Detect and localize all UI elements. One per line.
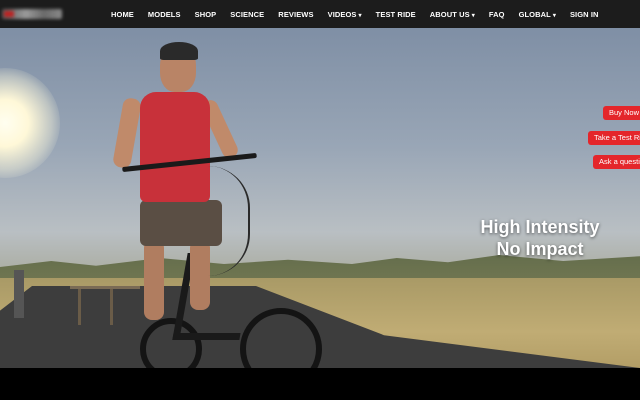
sun-glare (0, 68, 60, 178)
hero-bottom-bar (0, 368, 640, 400)
buy-now-button[interactable]: Buy Now (603, 106, 640, 120)
rider-helmet (160, 42, 198, 60)
hero-caption-line2: No Impact (496, 239, 584, 259)
nav-item-faq[interactable]: FAQ (489, 10, 505, 19)
ask-question-button[interactable]: Ask a question (593, 155, 640, 169)
nav-item-global[interactable]: GLOBAL ▾ (519, 10, 556, 19)
nav-item-models[interactable]: MODELS (148, 10, 181, 19)
caret-down-icon: ▾ (552, 12, 556, 19)
nav-menu: HOME MODELS SHOP SCIENCE REVIEWS VIDEOS ▾… (104, 0, 606, 28)
nav-item-reviews[interactable]: REVIEWS (278, 10, 313, 19)
hero-caption-line1: High Intensity (480, 217, 600, 237)
caret-down-icon: ▾ (471, 12, 475, 19)
hero-post (14, 270, 24, 318)
nav-item-home[interactable]: HOME (111, 10, 134, 19)
rider-arm-left (112, 96, 142, 170)
top-navbar: HOME MODELS SHOP SCIENCE REVIEWS VIDEOS ▾… (0, 0, 640, 28)
rider-leg-left (144, 240, 164, 320)
rider-torso (140, 92, 210, 202)
test-ride-button[interactable]: Take a Test Ride (588, 131, 640, 145)
nav-item-about-us[interactable]: ABOUT US ▾ (430, 10, 475, 19)
nav-item-sign-in[interactable]: SIGN IN (570, 10, 599, 19)
hero-caption: High Intensity No Impact (460, 216, 620, 260)
hero-bridge-rail (70, 286, 140, 325)
hero-video[interactable]: High Intensity No Impact (0, 28, 640, 368)
brand-logo[interactable] (2, 9, 62, 19)
caret-down-icon: ▾ (358, 12, 362, 19)
rider-leg-right (190, 240, 210, 310)
nav-item-science[interactable]: SCIENCE (230, 10, 264, 19)
nav-item-test-ride[interactable]: TEST RIDE (376, 10, 416, 19)
nav-item-shop[interactable]: SHOP (195, 10, 217, 19)
nav-item-videos[interactable]: VIDEOS ▾ (328, 10, 362, 19)
logo-mark (4, 11, 14, 17)
